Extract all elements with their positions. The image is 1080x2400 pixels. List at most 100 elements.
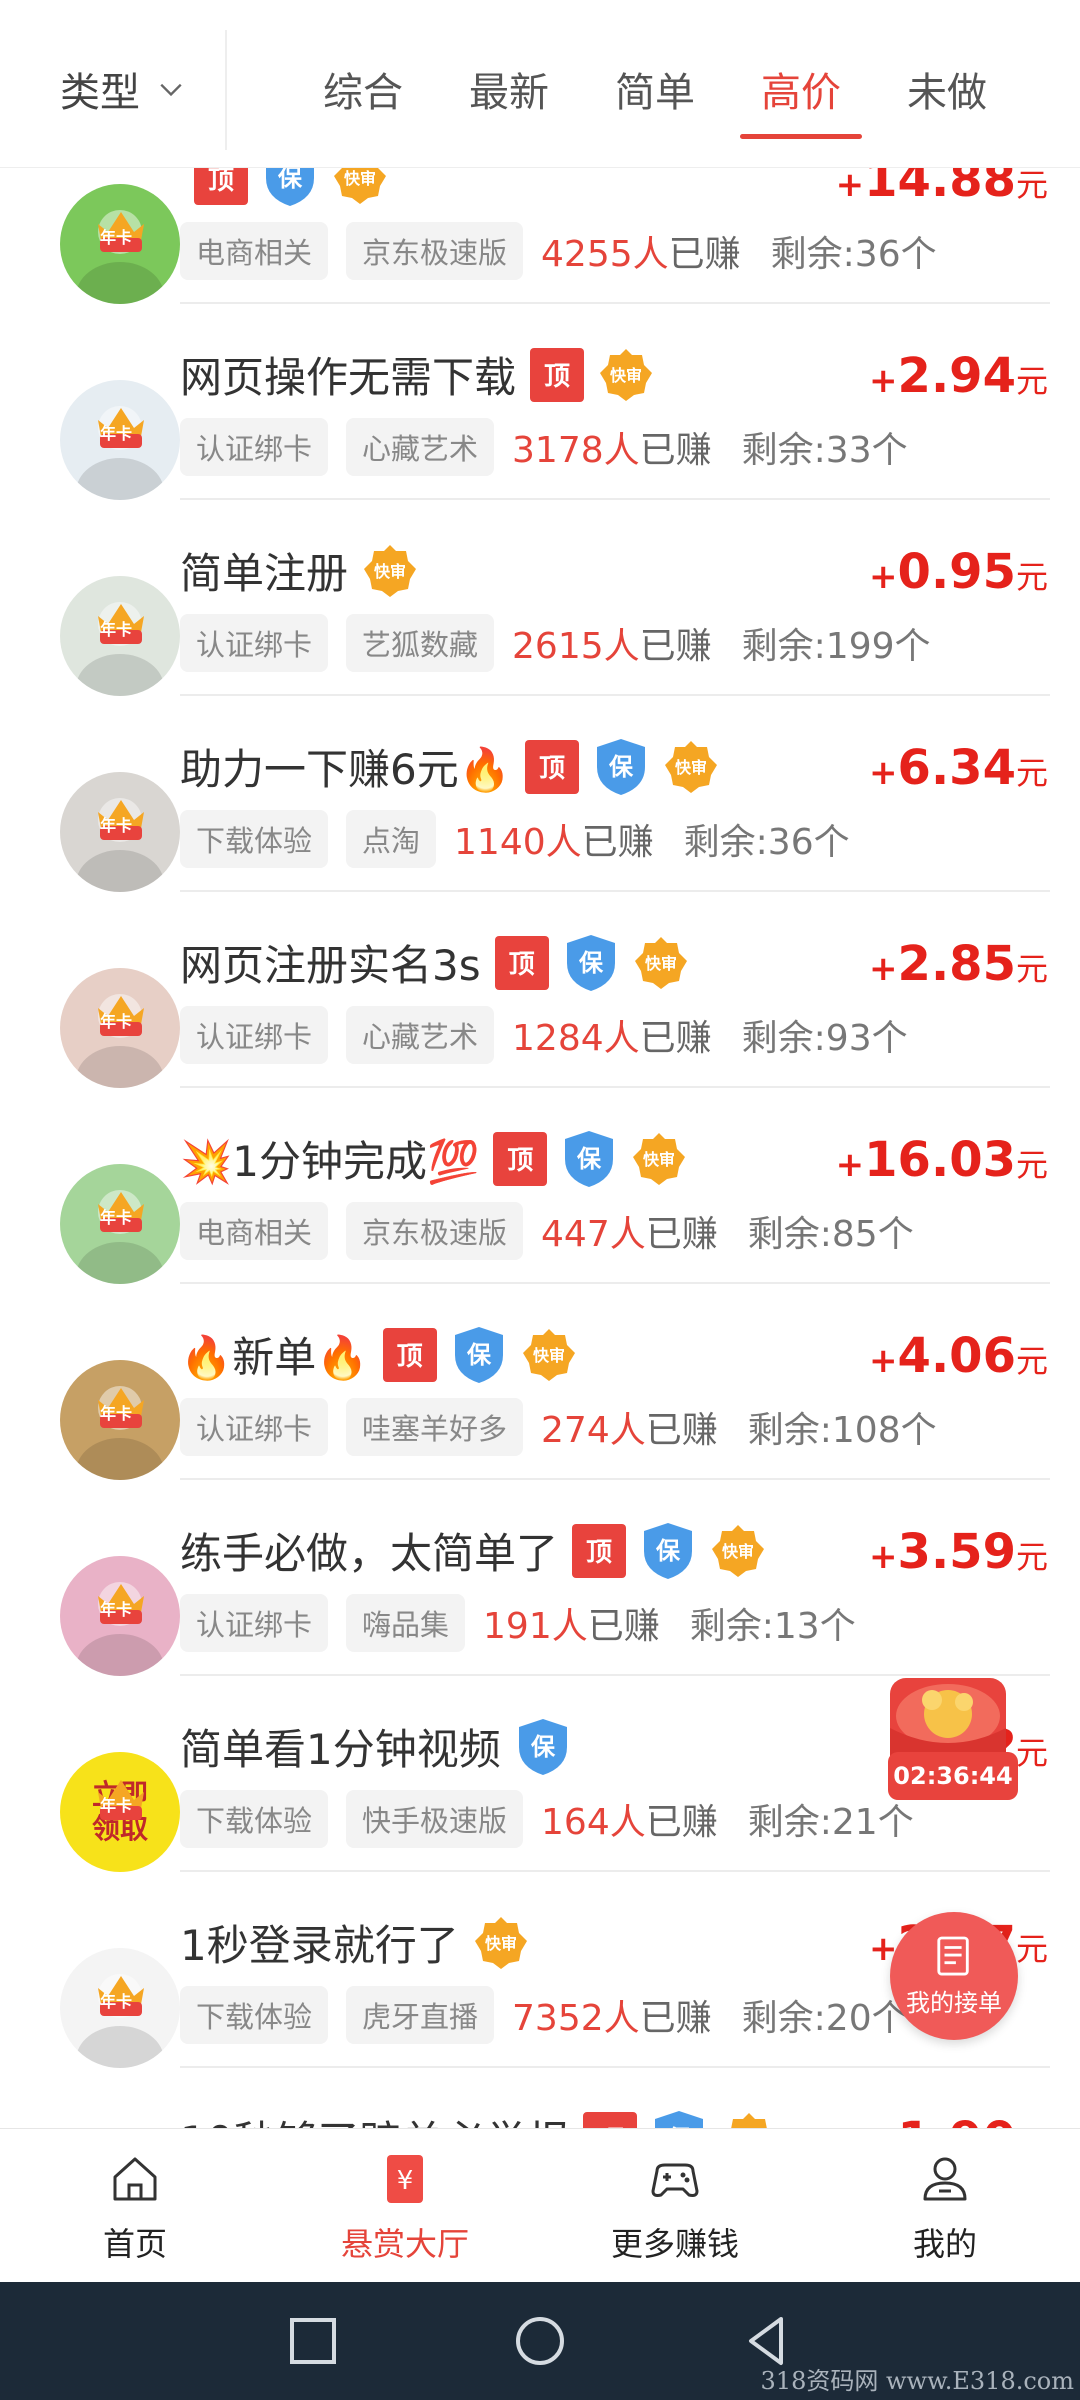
- reward-price: +6.34 元: [869, 740, 1048, 796]
- category-tag: 下载体验: [180, 810, 329, 868]
- nav-home[interactable]: 首页: [0, 2129, 270, 2282]
- earned-count: 191人已赚: [483, 1597, 660, 1649]
- avatar: 年卡: [30, 342, 180, 500]
- crown-label: 年卡: [100, 424, 133, 443]
- task-title-line: 网页注册实名3s 顶 保 快审: [180, 932, 689, 993]
- type-dropdown[interactable]: 类型: [60, 60, 184, 118]
- task-title: 网页注册实名3s: [180, 941, 481, 990]
- task-title-line: 💥1分钟完成💯 顶保 快审: [180, 1128, 687, 1189]
- category-tag: 心藏艺术: [346, 1006, 495, 1064]
- earned-count: 1140人已赚: [454, 813, 654, 865]
- task-title-line: 网页操作无需下载顶 快审: [180, 344, 654, 405]
- filter-bar: 类型 综合 最新 简单 高价 未做: [0, 0, 1080, 168]
- remaining-count: 剩余:13个: [689, 1606, 856, 1647]
- task-title: 简单看1分钟视频: [180, 1725, 501, 1774]
- crown-label: 年卡: [100, 1600, 133, 1619]
- fast-review-badge: 快审: [473, 1915, 529, 1971]
- sort-tabs: 综合 最新 简单 高价 未做: [290, 60, 1020, 139]
- task-row[interactable]: 年卡 网页注册实名3s 顶 保 快审 认证绑卡 心藏艺术 1284人已赚 剩余:93个 +2.85…: [0, 892, 1080, 1088]
- price-value: 0.95: [897, 544, 1016, 600]
- crown-label: 年卡: [100, 1796, 133, 1815]
- task-row[interactable]: 年卡 网页操作无需下载顶 快审 认证绑卡 心藏艺术 3178人已赚 剩余:33个 +2.94 元: [0, 304, 1080, 500]
- task-meta: 认证绑卡 哇塞羊好多 274人已赚 剩余:108个: [180, 1398, 937, 1456]
- earned-number: 3178人: [512, 430, 640, 471]
- price-unit: 元: [1015, 1930, 1048, 1968]
- top-badge: 顶: [530, 347, 585, 402]
- nav-mine[interactable]: 我的: [810, 2129, 1080, 2282]
- task-row[interactable]: 年卡 🔥新单🔥 顶 保 快审 认证绑卡 哇塞羊好多 274人已赚 剩余:108个 +4.06 元: [0, 1284, 1080, 1480]
- reward-price: +1.90元: [869, 2112, 1048, 2128]
- fast-review-badge: 快审: [332, 168, 388, 206]
- top-badge: 顶: [525, 739, 580, 794]
- task-row[interactable]: 年卡 💥1分钟完成💯 顶保 快审 电商相关 京东极速版 447人已赚 剩余:85个 +16.03…: [0, 1088, 1080, 1284]
- home-icon: [113, 2157, 157, 2201]
- price-value: 3.59: [897, 1524, 1016, 1580]
- category-tag: 嗨品集: [346, 1594, 466, 1652]
- category-tag: 下载体验: [180, 1986, 329, 2044]
- earned-count: 3178人已赚: [512, 421, 712, 473]
- price-unit: 元: [1015, 754, 1048, 792]
- category-tag: 心藏艺术: [346, 418, 495, 476]
- fast-review-badge: 快审: [521, 1327, 577, 1383]
- task-meta: 下载体验 点淘 1140人已赚 剩余:36个: [180, 810, 850, 868]
- avatar: 立即领取 年卡: [30, 1714, 180, 1872]
- price-prefix: +: [869, 753, 898, 793]
- remaining-count: 剩余:36个: [683, 822, 850, 863]
- task-row[interactable]: 年卡 练手必做，太简单了顶保 快审 认证绑卡 嗨品集 191人已赚 剩余:13个 +3.59 元: [0, 1480, 1080, 1676]
- earned-suffix: 已赚: [587, 1606, 660, 1647]
- remaining-count: 剩余:199个: [741, 626, 931, 667]
- user-icon: [923, 2157, 967, 2201]
- svg-text:保: 保: [277, 168, 303, 192]
- nav-reward-hall[interactable]: ¥ 悬赏大厅: [270, 2129, 540, 2282]
- crown-label: 年卡: [100, 1012, 133, 1031]
- svg-text:快审: 快审: [675, 758, 707, 777]
- remaining-count: 剩余:93个: [741, 1018, 908, 1059]
- shield-icon: 保: [593, 737, 649, 797]
- category-tag: 认证绑卡: [180, 418, 329, 476]
- task-meta: 下载体验 快手极速版 164人已赚 剩余:21个: [180, 1790, 914, 1848]
- my-orders-label: 我的接单: [906, 1988, 1002, 2017]
- back-icon[interactable]: [741, 2315, 793, 2367]
- task-title-line: 简单看1分钟视频 保: [180, 1716, 571, 1777]
- watermark: 318资码网 www.E318.com: [760, 2367, 1074, 2395]
- price-value: 2.94: [897, 348, 1016, 404]
- my-orders-button[interactable]: 我的接单: [890, 1912, 1018, 2040]
- category-tag: 认证绑卡: [180, 1594, 329, 1652]
- price-value: 14.88: [864, 168, 1016, 208]
- tab-simple[interactable]: 简单: [582, 60, 728, 118]
- reward-price: +16.03 元: [836, 1132, 1048, 1188]
- crown-label: 年卡: [100, 1208, 133, 1227]
- task-title: 🔥新单🔥: [180, 1333, 369, 1382]
- tab-not-done[interactable]: 未做: [874, 60, 1020, 118]
- task-row[interactable]: 年卡 简单注册 快审 认证绑卡 艺狐数藏 2615人已赚 剩余:199个 +0.95 元: [0, 500, 1080, 696]
- avatar: 年卡: [30, 538, 180, 696]
- reward-price: +4.06 元: [869, 1328, 1048, 1384]
- task-row[interactable]: 年卡 助力一下赚6元🔥 顶保 快审 下载体验 点淘 1140人已赚 剩余:36个 +6.34 元: [0, 696, 1080, 892]
- fast-review-badge: 快审: [362, 543, 418, 599]
- avatar: 年卡: [30, 1322, 180, 1480]
- price-unit: 元: [1015, 1538, 1048, 1576]
- task-row[interactable]: 年卡 10秒够了赔单必举报顶保快审 +1.90元: [0, 2068, 1080, 2128]
- category-tag: 电商相关: [180, 1202, 329, 1260]
- nav-more-earn[interactable]: 更多赚钱: [540, 2129, 810, 2282]
- tab-newest[interactable]: 最新: [436, 60, 582, 118]
- price-prefix: +: [835, 168, 865, 205]
- avatar: 年卡: [30, 734, 180, 892]
- tab-comprehensive[interactable]: 综合: [290, 60, 436, 118]
- category-tag: 艺狐数藏: [346, 614, 495, 672]
- category-tag: 下载体验: [180, 1790, 329, 1848]
- task-row[interactable]: 年卡 顶 保 快审 电商相关 京东极速版 4255人已赚 剩余:36个 +14.88 元: [0, 168, 1080, 304]
- remaining-count: 剩余:108个: [747, 1410, 937, 1451]
- task-title-line: 练手必做，太简单了顶保 快审: [180, 1520, 766, 1581]
- task-title-line: 10秒够了赔单必举报顶保快审: [180, 2108, 777, 2128]
- svg-text:快审: 快审: [344, 169, 376, 188]
- tab-high-price[interactable]: 高价: [728, 60, 874, 139]
- top-badge: 顶: [382, 1327, 437, 1382]
- recent-apps-icon[interactable]: [287, 2315, 339, 2367]
- svg-text:保: 保: [655, 1537, 681, 1565]
- task-title: 简单注册: [180, 549, 349, 598]
- earned-suffix: 已赚: [639, 1018, 712, 1059]
- earned-count: 164人已赚: [541, 1793, 718, 1845]
- home-circle-icon[interactable]: [514, 2315, 566, 2367]
- system-nav-bar: 318资码网 www.E318.com: [0, 2282, 1080, 2400]
